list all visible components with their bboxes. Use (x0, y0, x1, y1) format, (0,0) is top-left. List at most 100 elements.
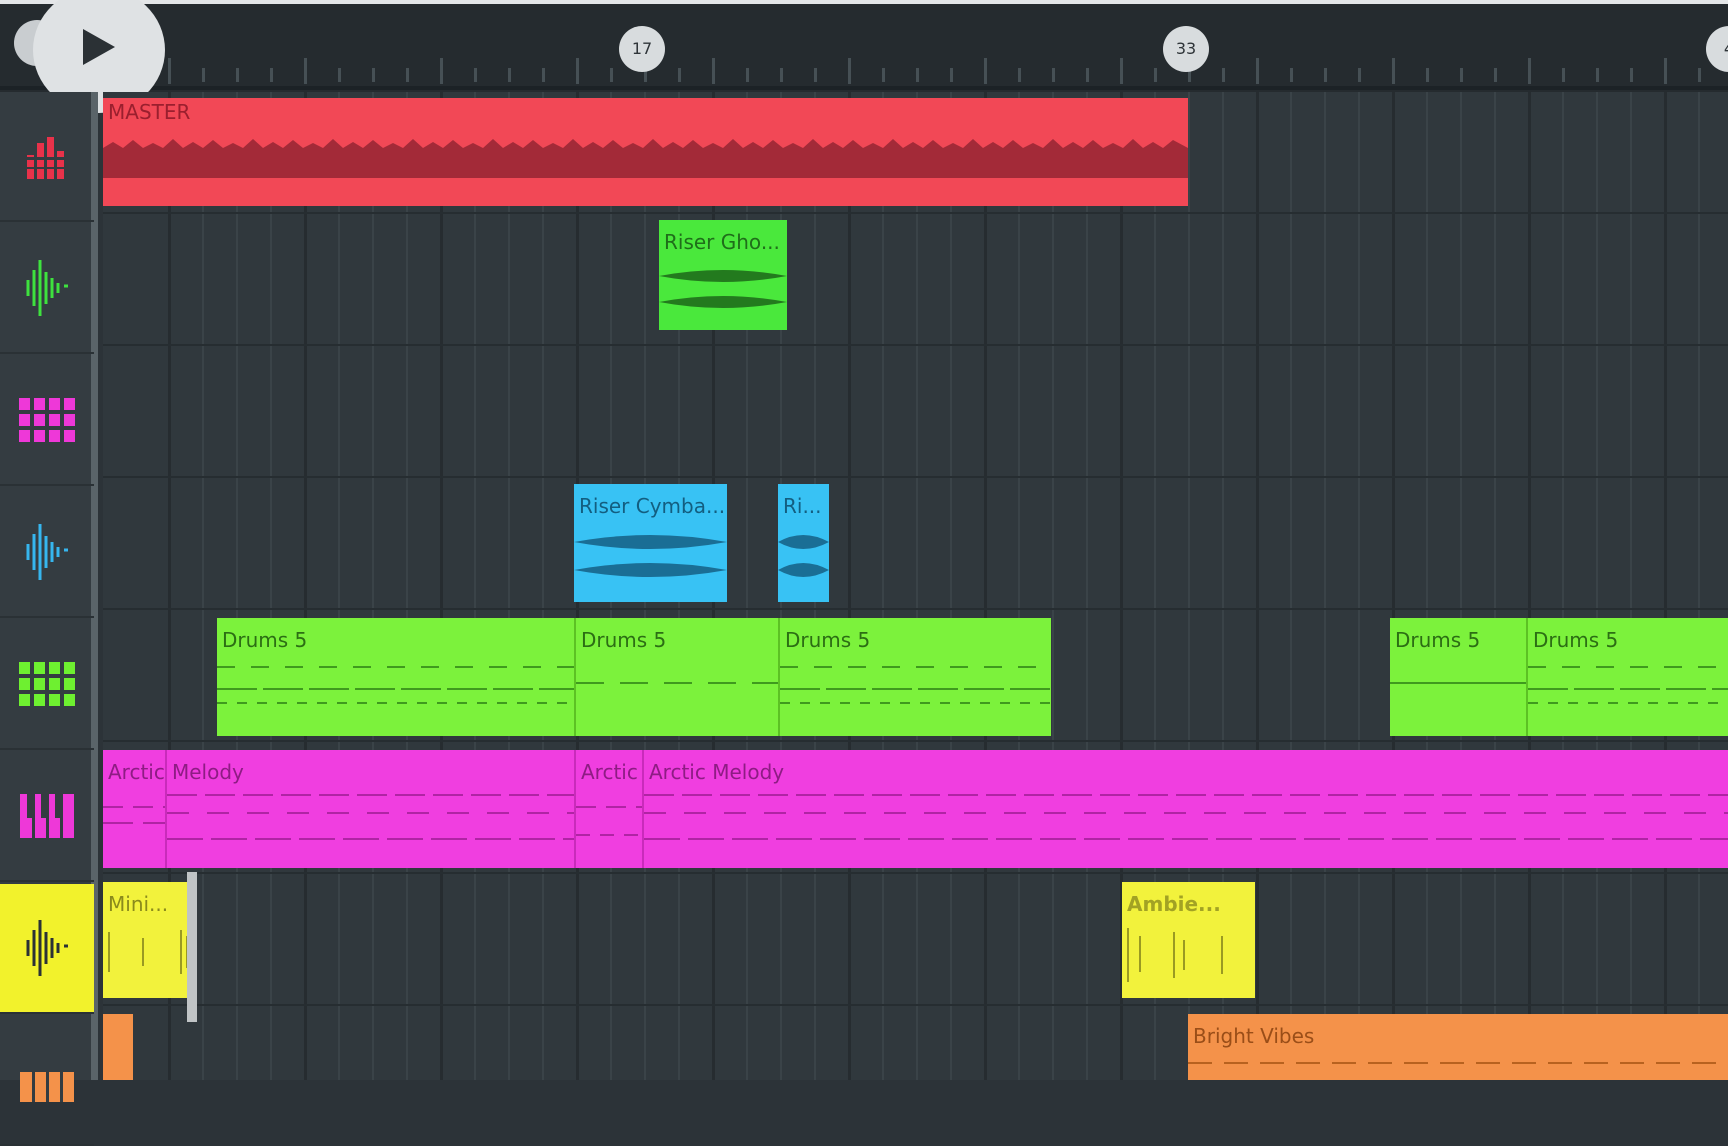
ruler-tick (1086, 68, 1089, 82)
clip-master[interactable]: MASTER (103, 98, 1188, 206)
clip-bright-vibes[interactable]: Bright Vibes (1188, 1014, 1728, 1080)
ruler-tick (1324, 68, 1327, 82)
track-header-master[interactable] (0, 92, 94, 222)
ruler-tick (1698, 68, 1701, 82)
grid-beat-line (916, 92, 918, 1080)
clip-label: Mini... (108, 892, 169, 916)
grid-beat-line (372, 92, 374, 1080)
clip-drums-3[interactable]: Drums 5 (778, 618, 1051, 736)
ruler-tick (814, 68, 817, 82)
clip-mini[interactable]: Mini... (103, 882, 193, 998)
play-icon (83, 29, 115, 65)
ruler-tick (1256, 58, 1259, 84)
note-row (780, 688, 1051, 690)
track-header-8[interactable] (0, 1016, 94, 1146)
track-header-7-selected[interactable] (0, 884, 94, 1014)
ruler-tick (1426, 68, 1429, 82)
track-header-4[interactable] (0, 488, 94, 618)
note-row (780, 666, 1051, 668)
clip-label: Melody (172, 760, 244, 784)
clip-resize-handle[interactable] (187, 872, 197, 1022)
clip-waveform (103, 139, 1188, 178)
clip-drums-2[interactable]: Drums 5 (574, 618, 778, 736)
note-row (1528, 688, 1728, 690)
ruler-tick (916, 68, 919, 82)
clip-label: Riser Gho... (664, 230, 780, 254)
grid-beat-line (1086, 92, 1088, 1080)
clip-arctic-3[interactable]: Arctic (574, 750, 642, 868)
ruler-tick (1664, 58, 1667, 84)
ruler-tick (440, 58, 443, 84)
clip-waveform (574, 535, 727, 577)
clip-drums-1[interactable]: Drums 5 (217, 618, 574, 736)
track-header-5[interactable] (0, 620, 94, 750)
track-header-3[interactable] (0, 356, 94, 486)
clip-label: Ri... (783, 494, 822, 518)
grid-beat-line (406, 92, 408, 1080)
grid-beat-line (848, 92, 851, 1080)
note-row (1528, 702, 1728, 704)
clip-ambience[interactable]: Ambie... (1122, 882, 1255, 998)
note-row (780, 702, 1051, 704)
clip-arctic-2[interactable]: Melody (165, 750, 574, 868)
grid-beat-line (984, 92, 987, 1080)
audio-wave-icon (26, 920, 68, 976)
grid-beat-line (1290, 92, 1292, 1080)
ruler-baseline (0, 86, 1728, 90)
note-row (217, 702, 574, 704)
grid-beat-line (542, 92, 544, 1080)
bar-marker-49[interactable]: 4 (1706, 26, 1728, 72)
ruler-tick (1392, 58, 1395, 84)
grid-beat-line (1528, 92, 1531, 1080)
audio-wave-icon (26, 524, 68, 580)
bar-marker-33[interactable]: 33 (1163, 26, 1209, 72)
clip-label: Arctic Melody (649, 760, 785, 784)
grid-beat-line (508, 92, 510, 1080)
track-header-2[interactable] (0, 224, 94, 354)
grid-beat-line (1460, 92, 1462, 1080)
note-row (644, 812, 1728, 814)
ruler-tick (338, 68, 341, 82)
ruler-tick (1120, 58, 1123, 84)
ruler-tick (542, 68, 545, 82)
ruler-tick (848, 58, 851, 84)
ruler-tick (236, 68, 239, 82)
clip-drums-5[interactable]: Drums 5 (1526, 618, 1728, 736)
note-row (576, 806, 642, 808)
ruler-tick (168, 58, 171, 84)
ruler-tick (1460, 68, 1463, 82)
ruler-tick (406, 68, 409, 82)
grid-beat-line (440, 92, 443, 1080)
grid-track-line (103, 608, 1728, 610)
clip-waveform (659, 270, 787, 308)
clip-label: Drums 5 (785, 628, 871, 652)
clip-riser-cymbal[interactable]: Riser Cymba... (574, 484, 727, 602)
clip-arctic-1[interactable]: Arctic (103, 750, 165, 868)
bar-marker-17[interactable]: 17 (619, 26, 665, 72)
grid-beat-line (882, 92, 884, 1080)
grid-track-line (103, 212, 1728, 214)
playlist-area[interactable]: MASTER Riser Gho... Riser Cymba... Ri...… (103, 92, 1728, 1080)
grid-beat-line (1052, 92, 1054, 1080)
clip-riser-ghost[interactable]: Riser Gho... (659, 220, 787, 330)
grid-beat-line (270, 92, 272, 1080)
ruler-tick (474, 68, 477, 82)
note-row (576, 834, 642, 836)
clip-drums-4[interactable]: Drums 5 (1390, 618, 1526, 736)
clip-arctic-4[interactable]: Arctic Melody (642, 750, 1728, 868)
clip-label: Arctic (108, 760, 165, 784)
ruler-tick (678, 68, 681, 82)
track-sidebar (0, 92, 98, 1146)
ruler-tick (1052, 68, 1055, 82)
track-header-6[interactable] (0, 752, 94, 882)
clip-label: Drums 5 (581, 628, 667, 652)
clip-riser-short[interactable]: Ri... (778, 484, 829, 602)
clip-orange-partial[interactable] (103, 1014, 133, 1080)
note-row (217, 688, 574, 690)
ruler-tick (304, 58, 307, 84)
note-row (1528, 666, 1728, 668)
timeline-ruler[interactable]: 17 33 4 (0, 0, 1728, 113)
note-row (103, 806, 165, 808)
ruler-tick (780, 68, 783, 82)
clip-label: Bright Vibes (1193, 1024, 1315, 1048)
